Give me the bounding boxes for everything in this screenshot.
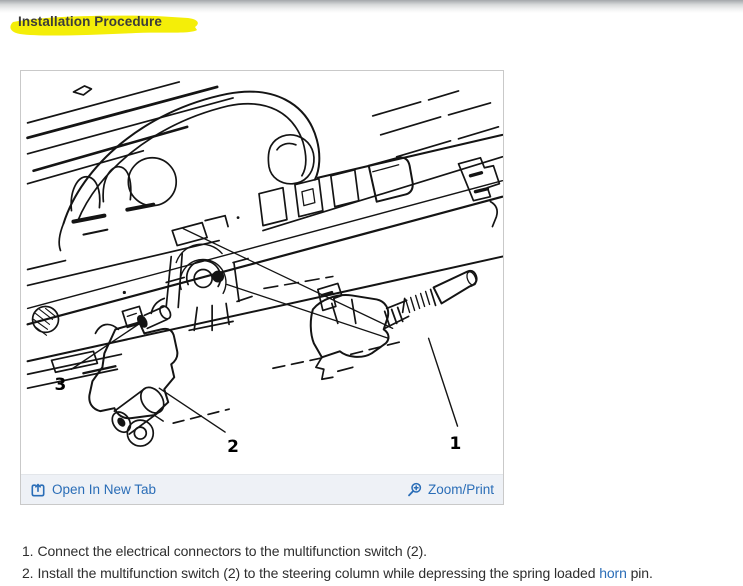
detail-dot (236, 216, 240, 220)
open-in-new-tab-icon (31, 483, 45, 496)
steering-column (165, 214, 253, 332)
dashboard-beam (26, 90, 503, 376)
zoom-print-link[interactable]: Zoom/Print (406, 482, 494, 498)
steering-column-diagram: 3 2 1 (26, 81, 503, 456)
stalk-switch (309, 269, 478, 381)
callout-2: 2 (227, 436, 239, 456)
open-in-new-tab-label: Open In New Tab (52, 482, 157, 497)
step-text: pin. (626, 564, 653, 581)
page-heading: Installation Procedure (10, 11, 198, 36)
gauge-cutouts (70, 156, 178, 236)
page-title: Installation Procedure (18, 14, 162, 29)
figure-panel: 3 2 1 Open In New Tab Zoom/Print (20, 70, 504, 505)
open-in-new-tab-link[interactable]: Open In New Tab (30, 482, 156, 498)
instruction-step-1: 1. Connect the electrical connectors to t… (22, 541, 653, 563)
step-text: Install the multifunction switch (2) to … (37, 564, 600, 581)
callout-1: 1 (450, 433, 462, 453)
step-number: 2. (22, 564, 34, 581)
instruction-step-2: 2. Install the multifunction switch (2) t… (22, 563, 653, 585)
detail-dot (122, 290, 126, 295)
instruction-list: 1. Connect the electrical connectors to t… (22, 541, 653, 584)
step-number: 1. (22, 543, 34, 559)
callout-3: 3 (55, 374, 67, 394)
horn-link[interactable]: horn (599, 565, 627, 581)
zoom-print-label: Zoom/Print (427, 482, 494, 497)
leader-lines (70, 227, 459, 433)
figure-toolbar: Open In New Tab Zoom/Print (21, 474, 503, 504)
windshield-lines (26, 81, 234, 185)
zoom-icon (408, 482, 422, 496)
step-text: Connect the electrical connectors to the… (37, 543, 427, 559)
